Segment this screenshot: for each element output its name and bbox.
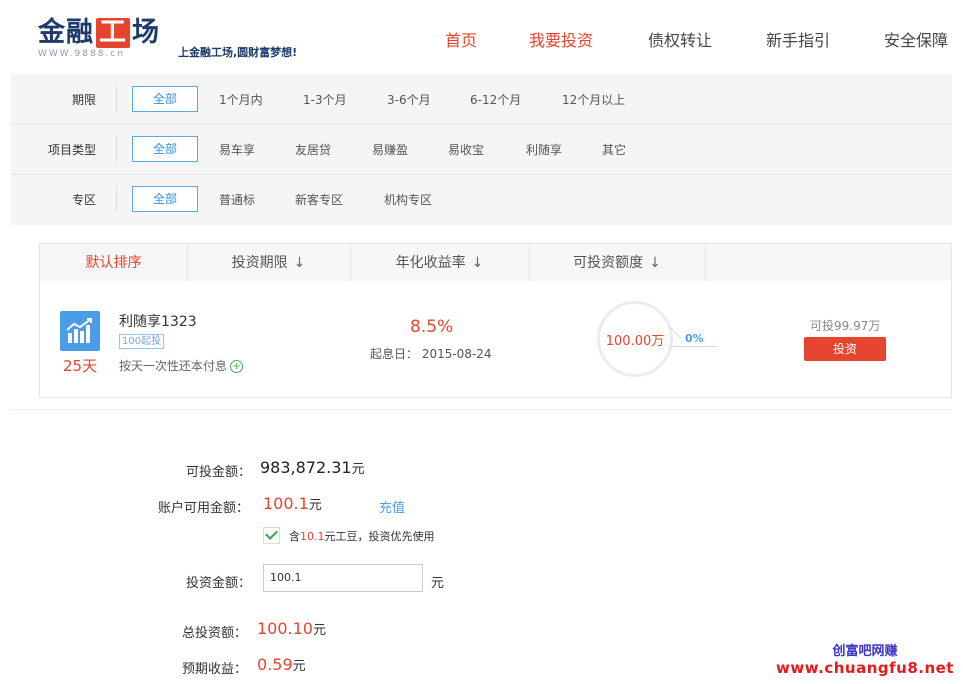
min-invest-badge: 100起投 <box>119 334 165 349</box>
nav-beginner-guide[interactable]: 新手指引 <box>766 27 830 51</box>
total-amount: 100.10元 <box>257 619 326 638</box>
sort-default[interactable]: 默认排序 <box>40 244 188 282</box>
site-header: 金融工场 WWW.9888.cn 上金融工场,圆财富梦想! 首页 我要投资 债权… <box>0 0 963 74</box>
arrow-down-icon: ↓ <box>649 255 661 271</box>
filter-divider <box>116 186 117 212</box>
balance-label: 账户可用金额： <box>158 501 250 516</box>
sort-amount[interactable]: 可投资额度 ↓ <box>529 244 706 282</box>
filter-label-term: 期限 <box>71 93 96 107</box>
filter-type-option[interactable]: 易赚盈 <box>372 141 408 158</box>
sort-amount-label: 可投资额度 <box>573 255 644 271</box>
filter-divider <box>116 136 117 162</box>
total-label: 总投资额： <box>182 626 248 641</box>
filter-zone-option[interactable]: 普通标 <box>219 191 255 208</box>
repay-method: 按天一次性还本付息 + <box>119 357 244 374</box>
filter-term-option[interactable]: 1个月内 <box>219 91 263 108</box>
bar-chart-icon <box>60 311 100 351</box>
progress-ring: 100.00万 <box>597 301 673 377</box>
filter-zone-option[interactable]: 新客专区 <box>295 191 343 208</box>
total-unit: 元 <box>312 623 326 638</box>
filter-zone-option[interactable]: 机构专区 <box>384 191 432 208</box>
filter-term-option[interactable]: 1-3个月 <box>303 91 347 108</box>
bean-prefix: 含 <box>289 530 300 543</box>
amount-unit: 元 <box>431 576 445 591</box>
arrow-down-icon: ↓ <box>293 255 306 271</box>
filter-divider <box>116 86 117 112</box>
progress-ring-amount: 100.00万 <box>605 334 665 349</box>
filter-label-zone: 专区 <box>71 193 96 207</box>
investable-label: 可投金额： <box>186 465 252 480</box>
filter-term-option[interactable]: 3-6个月 <box>387 91 431 108</box>
filter-type-option[interactable]: 利随享 <box>526 141 562 158</box>
product-card: 25天 利随享1323 100起投 按天一次性还本付息 + 8.5% 起息日： 2… <box>39 281 952 398</box>
progress-leader-line <box>670 346 718 347</box>
bean-suffix: 元工豆，投资优先使用 <box>324 530 435 543</box>
product-days: 25天 <box>63 357 98 375</box>
watermark-line1: 创富吧网赚 <box>832 644 898 659</box>
main-nav: 首页 我要投资 债权转让 新手指引 安全保障 <box>0 27 963 51</box>
nav-security[interactable]: 安全保障 <box>884 27 948 51</box>
investable-value: 983,872.31 <box>260 458 352 477</box>
investable-amount: 983,872.31元 <box>260 458 365 477</box>
filter-type-option[interactable]: 易收宝 <box>448 141 484 158</box>
recharge-link[interactable]: 充值 <box>379 497 405 516</box>
repay-method-text: 按天一次性还本付息 <box>119 359 228 373</box>
filter-term-option[interactable]: 6-12个月 <box>470 91 521 108</box>
filter-label-type: 项目类型 <box>47 143 96 157</box>
divider <box>11 409 952 410</box>
use-bean-checkbox[interactable] <box>263 527 280 544</box>
expected-unit: 元 <box>292 659 306 674</box>
nav-invest[interactable]: 我要投资 <box>529 27 593 51</box>
use-bean-label: 含10.1元工豆，投资优先使用 <box>289 528 435 544</box>
product-name[interactable]: 利随享1323 <box>119 311 197 331</box>
available-amount: 可投99.97万 <box>810 319 881 333</box>
amount-label: 投资金额： <box>186 576 252 591</box>
sort-term[interactable]: 投资期限 ↓ <box>187 244 351 282</box>
filter-row-term: 期限 全部 1个月内 1-3个月 3-6个月 6-12个月 12个月以上 <box>11 74 952 125</box>
filter-row-zone: 专区 全部 普通标 新客专区 机构专区 <box>11 174 952 224</box>
filter-term-option[interactable]: 12个月以上 <box>562 91 625 108</box>
progress-percent: 0% <box>685 332 704 345</box>
total-value: 100.10 <box>257 619 313 638</box>
filter-type-option[interactable]: 友居贷 <box>295 141 331 158</box>
filter-row-type: 项目类型 全部 易车享 友居贷 易赚盈 易收宝 利随享 其它 <box>11 124 952 175</box>
start-date: 起息日： 2015-08-24 <box>370 347 492 361</box>
watermark: 创富吧网赚 www.chuangfu8.net <box>767 640 963 677</box>
sort-default-label: 默认排序 <box>85 255 142 271</box>
filter-panel: 期限 全部 1个月内 1-3个月 3-6个月 6-12个月 12个月以上 项目类… <box>11 74 952 225</box>
invest-button[interactable]: 投资 <box>804 337 886 361</box>
bean-amount: 10.1 <box>300 530 325 543</box>
arrow-down-icon: ↓ <box>471 255 484 271</box>
balance-unit: 元 <box>308 498 322 513</box>
annual-rate: 8.5% <box>410 317 454 337</box>
sort-rate[interactable]: 年化收益率 ↓ <box>350 244 530 282</box>
balance-amount: 100.1元 <box>263 494 322 513</box>
expected-label: 预期收益： <box>182 662 248 677</box>
filter-type-all[interactable]: 全部 <box>132 136 198 162</box>
filter-type-option[interactable]: 其它 <box>602 141 626 158</box>
filter-type-option[interactable]: 易车享 <box>219 141 255 158</box>
filter-zone-all[interactable]: 全部 <box>132 186 198 212</box>
investment-amount-input[interactable] <box>263 564 423 592</box>
watermark-line2: www.chuangfu8.net <box>776 659 954 677</box>
sort-term-label: 投资期限 <box>231 255 288 271</box>
sort-rate-label: 年化收益率 <box>395 255 466 271</box>
filter-term-all[interactable]: 全部 <box>132 86 198 112</box>
investable-unit: 元 <box>351 462 365 477</box>
expected-amount: 0.59元 <box>257 655 306 674</box>
nav-home[interactable]: 首页 <box>445 27 477 51</box>
plus-circle-icon[interactable]: + <box>230 360 244 373</box>
nav-debt-transfer[interactable]: 债权转让 <box>648 27 712 51</box>
expected-value: 0.59 <box>257 655 293 674</box>
sort-bar: 默认排序 投资期限 ↓ 年化收益率 ↓ 可投资额度 ↓ <box>39 243 952 283</box>
balance-value: 100.1 <box>263 494 309 513</box>
